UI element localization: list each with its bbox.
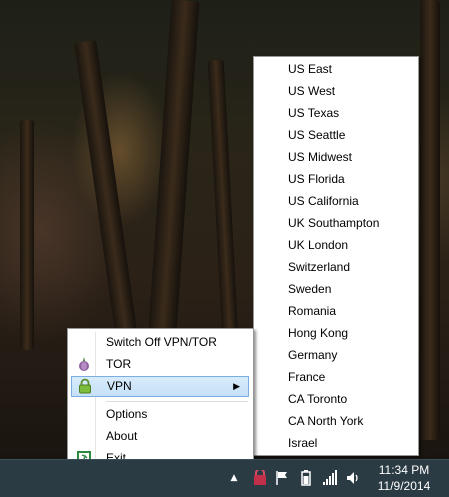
- wallpaper-tree: [74, 39, 138, 341]
- submenu-item[interactable]: UK London: [257, 234, 413, 256]
- switch-off-vpn-tor-item[interactable]: Switch Off VPN/TOR: [71, 332, 249, 353]
- submenu-item[interactable]: US Florida: [257, 168, 413, 190]
- submenu-item[interactable]: Switzerland: [257, 256, 413, 278]
- submenu-item[interactable]: CA Toronto: [257, 388, 413, 410]
- submenu-item[interactable]: US Seattle: [257, 124, 413, 146]
- menu-item-label: VPN: [107, 379, 132, 393]
- submenu-item[interactable]: UK Southampton: [257, 212, 413, 234]
- tor-item[interactable]: TOR: [71, 354, 249, 375]
- action-center-flag-icon[interactable]: [274, 468, 290, 488]
- submenu-item[interactable]: Israel: [257, 432, 413, 454]
- taskbar: ▲ 11:34 PM 11/9/2014: [0, 459, 449, 497]
- vpn-item[interactable]: VPN ▶: [71, 376, 249, 397]
- show-hidden-icons-arrow[interactable]: ▲: [226, 468, 242, 488]
- about-item[interactable]: About: [71, 426, 249, 447]
- taskbar-clock[interactable]: 11:34 PM 11/9/2014: [369, 462, 439, 494]
- submenu-item[interactable]: US California: [257, 190, 413, 212]
- submenu-item[interactable]: France: [257, 366, 413, 388]
- wallpaper-tree: [420, 0, 440, 440]
- network-signal-icon[interactable]: [322, 468, 338, 488]
- vpn-location-submenu: US East US West US Texas US Seattle US M…: [253, 56, 419, 456]
- menu-item-label: About: [106, 429, 138, 443]
- submenu-item[interactable]: US Midwest: [257, 146, 413, 168]
- submenu-item[interactable]: Romania: [257, 300, 413, 322]
- submenu-item[interactable]: US West: [257, 80, 413, 102]
- submenu-item[interactable]: Germany: [257, 344, 413, 366]
- menu-item-label: TOR: [106, 357, 132, 371]
- submenu-item[interactable]: Sweden: [257, 278, 413, 300]
- wallpaper-tree: [207, 59, 239, 341]
- wallpaper-tree: [20, 120, 34, 350]
- onion-icon: [76, 356, 92, 372]
- clock-time: 11:34 PM: [378, 463, 430, 477]
- vpn-app-tray-icon[interactable]: [252, 468, 268, 488]
- submenu-item[interactable]: US Texas: [257, 102, 413, 124]
- power-icon[interactable]: [298, 468, 314, 488]
- submenu-arrow-icon: ▶: [233, 381, 240, 391]
- wallpaper-tree: [148, 0, 200, 331]
- clock-date: 11/9/2014: [377, 479, 431, 493]
- green-lock-icon: [77, 378, 93, 394]
- tray-context-menu: Switch Off VPN/TOR TOR VPN ▶ Options Abo…: [67, 328, 254, 471]
- submenu-item[interactable]: CA North York: [257, 410, 413, 432]
- submenu-item[interactable]: Hong Kong: [257, 322, 413, 344]
- volume-icon[interactable]: [346, 468, 362, 488]
- options-item[interactable]: Options: [71, 404, 249, 425]
- menu-item-label: Switch Off VPN/TOR: [106, 335, 217, 349]
- submenu-item[interactable]: US East: [257, 58, 413, 80]
- menu-item-label: Options: [106, 407, 148, 421]
- menu-separator: [106, 401, 248, 402]
